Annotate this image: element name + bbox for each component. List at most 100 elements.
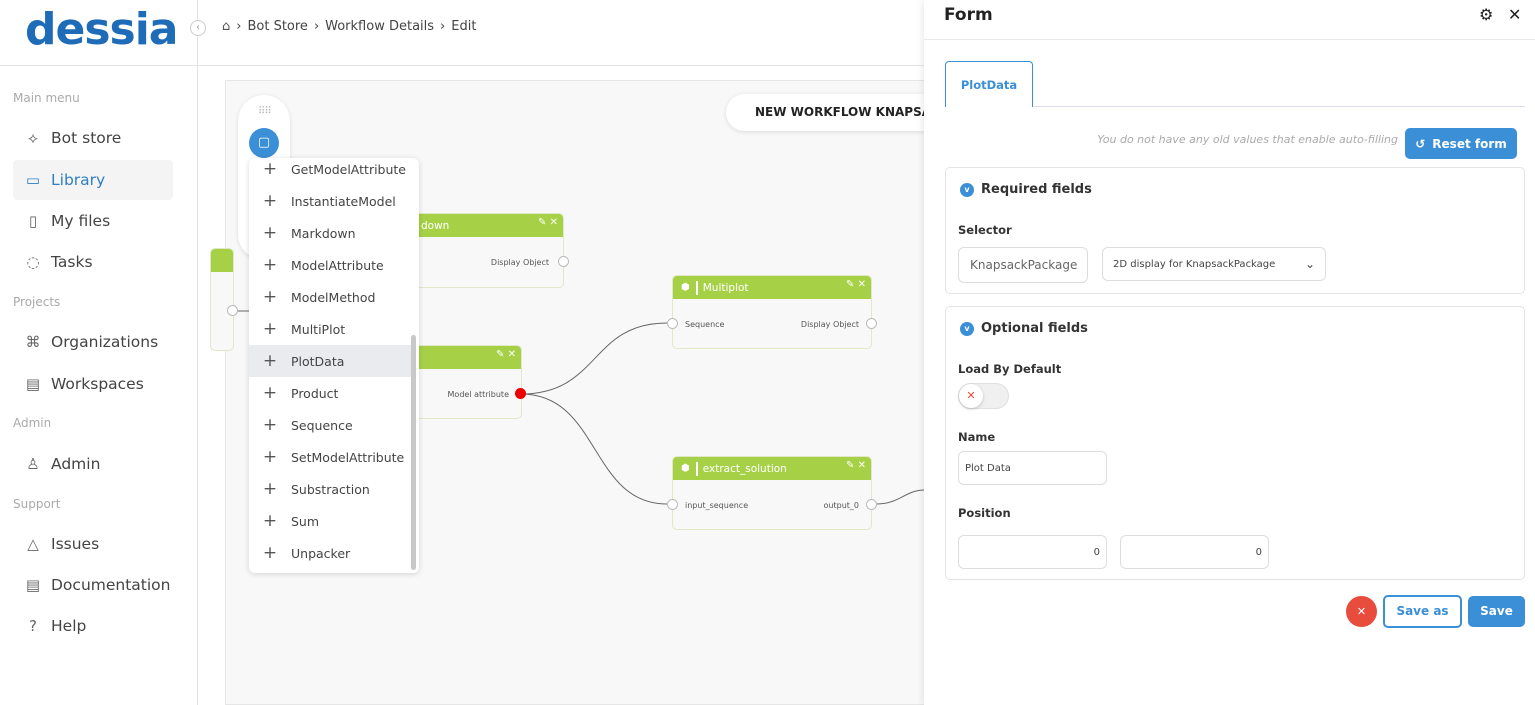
close-icon[interactable]: ✕ — [858, 460, 866, 471]
optional-fields-header[interactable]: v Optional fields — [960, 321, 1088, 336]
plus-icon: + — [262, 479, 278, 499]
section-title: Required fields — [981, 182, 1092, 197]
menu-item-unpacker[interactable]: + Unpacker — [249, 537, 411, 569]
menu-item-label: SetModelAttribute — [291, 449, 405, 465]
menu-item-multiplot[interactable]: + MultiPlot — [249, 313, 411, 345]
selector-label: Selector — [958, 223, 1012, 237]
plus-icon: + — [262, 191, 278, 211]
menu-scrollbar[interactable] — [411, 335, 416, 570]
workflow-node-multiplot[interactable]: ⬢ Multiplot ✎ ✕ Sequence Display Object — [672, 275, 872, 349]
port-label: output_0 — [823, 501, 859, 510]
input-port[interactable] — [667, 499, 678, 510]
close-icon[interactable]: ✕ — [508, 349, 516, 360]
plus-icon: + — [262, 319, 278, 339]
selector-class-field: KnapsackPackage — [958, 247, 1088, 283]
add-block-menu: + GetModelAttribute + InstantiateModel + Mark… — [249, 158, 419, 573]
plus-icon: + — [262, 415, 278, 435]
menu-item-sum[interactable]: + Sum — [249, 505, 411, 537]
close-icon[interactable]: ✕ — [858, 279, 866, 290]
edit-icon[interactable]: ✎ — [496, 349, 504, 360]
selector-value: 2D display for KnapsackPackage — [1113, 258, 1276, 270]
tab-divider — [1033, 106, 1525, 107]
port-label: Sequence — [685, 320, 725, 329]
output-port[interactable] — [866, 318, 877, 329]
gear-icon[interactable]: ⚙ — [1479, 5, 1493, 24]
edit-icon[interactable]: ✎ — [846, 460, 854, 471]
chevron-down-icon: ⌄ — [1304, 257, 1315, 271]
menu-item-label: MultiPlot — [291, 321, 346, 337]
menu-item-label: GetModelAttribute — [291, 161, 407, 177]
menu-item-label: Substraction — [291, 481, 370, 497]
menu-item-markdown[interactable]: + Markdown — [249, 217, 411, 249]
plus-icon: + — [262, 287, 278, 307]
workflow-node-extract-solution[interactable]: ⬢ extract_solution ✎ ✕ input_sequence outp… — [672, 456, 872, 530]
chevron-down-icon: v — [960, 182, 974, 197]
menu-item-label: ModelAttribute — [291, 257, 384, 273]
menu-item-plotdata[interactable]: + PlotData — [249, 345, 411, 377]
menu-item-label: Sum — [291, 513, 320, 529]
menu-item-substraction[interactable]: + Substraction — [249, 473, 411, 505]
section-title: Optional fields — [981, 321, 1088, 336]
menu-item-product[interactable]: + Product — [249, 377, 411, 409]
menu-item-setmodelattribute[interactable]: + SetModelAttribute — [249, 441, 411, 473]
position-x-input[interactable]: 0 — [958, 535, 1107, 569]
reset-form-button[interactable]: ↺ Reset form — [1405, 128, 1517, 159]
required-fields-header[interactable]: v Required fields — [960, 182, 1092, 197]
reset-form-label: Reset form — [1432, 136, 1507, 151]
output-port[interactable] — [558, 256, 569, 267]
save-button[interactable]: Save — [1468, 596, 1525, 627]
connection — [875, 489, 925, 505]
menu-item-label: Sequence — [291, 417, 353, 433]
plus-icon: + — [262, 255, 278, 275]
tab-plotdata[interactable]: PlotData — [945, 61, 1033, 107]
menu-item-getmodelattribute[interactable]: + GetModelAttribute — [249, 158, 411, 185]
selector-dropdown[interactable]: 2D display for KnapsackPackage ⌄ — [1102, 247, 1326, 281]
position-label: Position — [958, 506, 1011, 520]
node-title: extract_solution — [702, 462, 787, 475]
workflow-node-markdown[interactable]: down ✎ ✕ Display Object — [400, 213, 564, 288]
menu-item-modelattribute[interactable]: + ModelAttribute — [249, 249, 411, 281]
cancel-button[interactable]: ✕ — [1346, 596, 1377, 627]
plus-icon: + — [262, 543, 278, 563]
drag-handle-icon[interactable]: ⠿⠿ — [258, 106, 272, 117]
menu-item-sequence[interactable]: + Sequence — [249, 409, 411, 441]
plus-icon: + — [262, 383, 278, 403]
edit-icon[interactable]: ✎ — [846, 279, 854, 290]
x-icon: ✕ — [959, 384, 983, 408]
port-label: input_sequence — [685, 501, 749, 510]
divider — [924, 39, 1535, 40]
output-port-active[interactable] — [515, 388, 526, 399]
close-icon[interactable]: ✕ — [1508, 5, 1521, 24]
name-label: Name — [958, 430, 996, 444]
name-input[interactable]: Plot Data — [958, 451, 1107, 485]
plus-icon: + — [262, 351, 278, 371]
save-as-button[interactable]: Save as — [1383, 595, 1462, 628]
position-y-input[interactable]: 0 — [1120, 535, 1269, 569]
form-panel: Form ⚙ ✕ PlotData You do not have any ol… — [924, 0, 1535, 705]
menu-item-label: InstantiateModel — [291, 193, 396, 209]
output-port[interactable] — [866, 499, 877, 510]
panel-title: Form — [944, 5, 993, 25]
edit-icon[interactable]: ✎ — [538, 217, 546, 228]
input-port[interactable] — [667, 318, 678, 329]
menu-item-instantiatemodel[interactable]: + InstantiateModel — [249, 185, 411, 217]
cube-icon: ⬢ — [681, 463, 690, 474]
menu-item-label: Unpacker — [291, 545, 351, 561]
output-port[interactable] — [227, 305, 238, 316]
port-label: Model attribute — [447, 390, 509, 399]
menu-item-modelmethod[interactable]: + ModelMethod — [249, 281, 411, 313]
workflow-node-partial[interactable] — [210, 248, 234, 351]
port-label: Display Object — [800, 320, 859, 329]
add-block-button[interactable]: ▢ — [249, 128, 279, 158]
node-title: down — [421, 219, 450, 232]
node-title: Multiplot — [702, 281, 749, 294]
autofill-hint: You do not have any old values that enab… — [1097, 133, 1398, 146]
menu-item-label: ModelMethod — [291, 289, 376, 305]
required-fields-card: v Required fields Selector KnapsackPackag… — [945, 167, 1525, 294]
chevron-down-icon: v — [960, 321, 974, 336]
cube-icon: ⬢ — [681, 282, 690, 293]
load-by-default-label: Load By Default — [958, 362, 1062, 376]
load-by-default-toggle[interactable]: ✕ — [958, 383, 1009, 409]
connection — [520, 322, 668, 395]
close-icon[interactable]: ✕ — [550, 217, 558, 228]
